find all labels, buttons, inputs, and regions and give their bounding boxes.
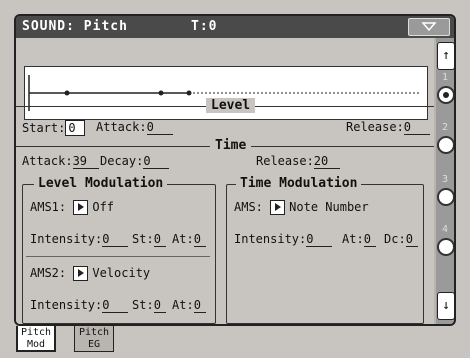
arrow-up-icon: ↑ [442,48,450,63]
time-ams-field[interactable]: AMS: Note Number [234,200,369,215]
ams2-field[interactable]: AMS2: Velocity [30,266,150,281]
intensity1-field[interactable]: Intensity:0 [30,232,129,247]
time-at-field[interactable]: At:0 [342,232,376,247]
env-point-sustain [186,90,192,96]
time-intensity-field[interactable]: Intensity:0 [234,232,333,247]
time-attack-field[interactable]: Attack:39 [22,154,99,169]
title-bar: SOUND: Pitch T:0 [16,16,454,38]
page-number-4: 4 [442,224,449,235]
intensity2-field[interactable]: Intensity:0 [30,298,129,313]
ams1-select-icon[interactable] [73,200,89,215]
st2-field[interactable]: St:0 [132,298,166,313]
start-field[interactable]: Start: 0 [22,120,86,136]
time-section-title: Time [210,138,252,153]
level-section-title: Level [206,98,256,113]
tab-pitch-eg[interactable]: Pitch EG [74,326,114,352]
page-number-1: 1 [442,72,449,83]
tempo-display: T:0 [191,19,218,34]
main-window: SOUND: Pitch T:0 Level Start: 0 Attack:0 … [14,14,456,326]
scroll-up-button[interactable]: ↑ [437,42,454,70]
level-release-field[interactable]: Release:0 [346,120,430,135]
time-dc-field[interactable]: Dc:0 [384,232,418,247]
ams1-field[interactable]: AMS1: Off [30,200,114,215]
content-panel: Level Start: 0 Attack:0 Release:0 Time At… [16,38,434,324]
level-attack-field[interactable]: Attack:0 [96,120,173,135]
env-point-decay [158,90,164,96]
ams2-select-icon[interactable] [73,266,89,281]
right-sidebar: ↑ 1 2 3 4 ↓ [436,38,454,324]
level-modulation-title: Level Modulation [34,176,168,191]
arrow-down-icon: ↓ [442,298,450,313]
scroll-down-button[interactable]: ↓ [437,292,454,320]
page-radio-1[interactable] [437,86,454,104]
time-modulation-title: Time Modulation [236,176,362,191]
at1-field[interactable]: At:0 [172,232,206,247]
st1-field[interactable]: St:0 [132,232,166,247]
env-point-attack [64,90,70,96]
page-number-2: 2 [442,122,449,133]
page-number-3: 3 [442,174,449,185]
at2-field[interactable]: At:0 [172,298,206,313]
tab-pitch-mod[interactable]: Pitch Mod [16,326,56,352]
page-radio-3[interactable] [437,188,454,206]
page-menu-button[interactable] [408,18,450,36]
dropdown-triangle-icon [421,22,437,32]
page-radio-4[interactable] [437,238,454,256]
decay-field[interactable]: Decay:0 [100,154,170,169]
page-radio-2[interactable] [437,136,454,154]
page-title: SOUND: Pitch [22,19,128,34]
time-release-field[interactable]: Release:20 [256,154,340,169]
time-ams-select-icon[interactable] [270,200,286,215]
